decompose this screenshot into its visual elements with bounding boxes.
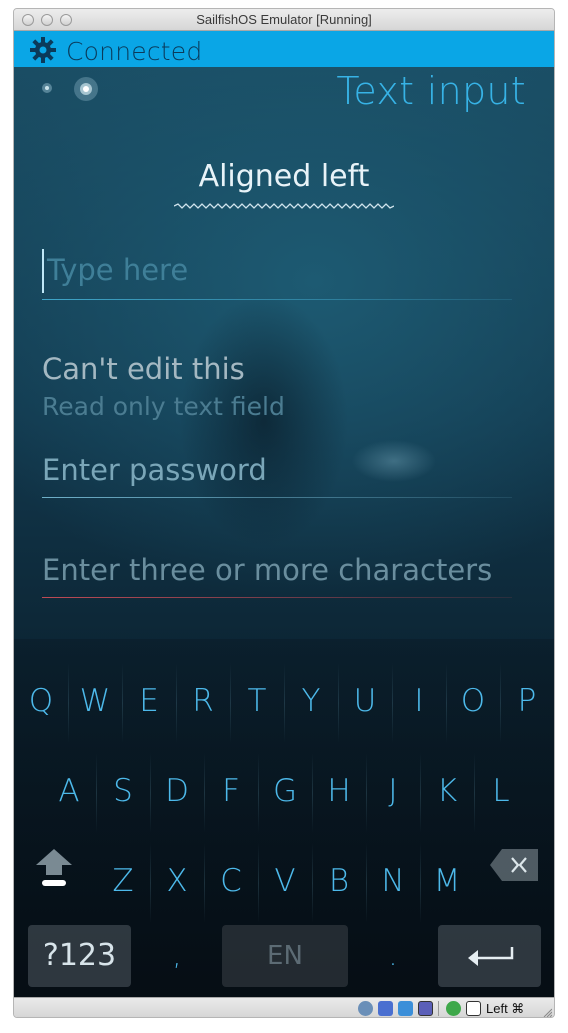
combobox-value: Aligned left <box>198 159 370 194</box>
key-a[interactable]: A <box>42 773 96 809</box>
field-error-underline <box>42 597 512 598</box>
shift-arrow-icon[interactable] <box>32 845 76 889</box>
key-separator <box>230 663 231 743</box>
key-y[interactable]: Y <box>284 683 338 719</box>
key-separator <box>392 663 393 743</box>
key-g[interactable]: G <box>258 773 312 809</box>
key-o[interactable]: O <box>446 683 500 719</box>
key-separator <box>474 753 475 833</box>
key-d[interactable]: D <box>150 773 204 809</box>
pulley-glow-icon <box>74 77 98 101</box>
type-here-placeholder: Type here <box>47 253 189 287</box>
key-n[interactable]: N <box>366 863 420 899</box>
key-separator <box>258 843 259 923</box>
type-here-field[interactable]: Type here <box>42 243 522 307</box>
min-chars-placeholder: Enter three or more characters <box>42 553 493 587</box>
key-separator <box>420 753 421 833</box>
key-t[interactable]: T <box>230 683 284 719</box>
key-z[interactable]: Z <box>96 863 150 899</box>
password-placeholder: Enter password <box>42 453 267 487</box>
gear-icon <box>30 37 56 63</box>
page-title: Text input <box>336 69 526 113</box>
key-p[interactable]: P <box>500 683 554 719</box>
key-i[interactable]: I <box>392 683 446 719</box>
key-separator <box>312 843 313 923</box>
key-separator <box>150 843 151 923</box>
host-status-bar: Left ⌘ <box>14 997 554 1017</box>
network-icon[interactable] <box>446 1001 461 1016</box>
pulley-indicator-icon <box>42 83 52 93</box>
readonly-description: Read only text field <box>42 392 285 421</box>
key-k[interactable]: K <box>420 773 474 809</box>
device-screen: Connected Text input Aligned left Type h… <box>14 31 554 997</box>
key-u[interactable]: U <box>338 683 392 719</box>
key-s[interactable]: S <box>96 773 150 809</box>
virtual-keyboard: QWERTYUIOP ASDFGHJKL ZXCVBNM ?123 , EN . <box>14 639 554 997</box>
field-underline <box>42 497 512 498</box>
key-e[interactable]: E <box>122 683 176 719</box>
hard-disk-icon[interactable] <box>358 1001 373 1016</box>
min-chars-field[interactable]: Enter three or more characters <box>42 549 522 609</box>
key-m[interactable]: M <box>420 863 474 899</box>
key-separator <box>68 663 69 743</box>
key-l[interactable]: L <box>474 773 528 809</box>
host-key-label: Left ⌘ <box>486 1001 525 1016</box>
connection-status-bar[interactable]: Connected <box>14 31 554 67</box>
key-w[interactable]: W <box>68 683 122 719</box>
readonly-value: Can't edit this <box>42 352 245 386</box>
key-separator <box>338 663 339 743</box>
backspace-icon[interactable] <box>488 847 540 883</box>
symbols-key[interactable]: ?123 <box>28 925 131 987</box>
window-title: SailfishOS Emulator [Running] <box>196 12 372 27</box>
text-cursor <box>42 249 44 293</box>
key-separator <box>500 663 501 743</box>
key-j[interactable]: J <box>366 773 420 809</box>
key-separator <box>176 663 177 743</box>
enter-key[interactable] <box>438 925 541 987</box>
window-titlebar: SailfishOS Emulator [Running] <box>14 9 554 31</box>
key-q[interactable]: Q <box>14 683 68 719</box>
connection-status-text: Connected <box>66 37 203 66</box>
usb-icon[interactable] <box>378 1001 393 1016</box>
language-key[interactable]: EN <box>222 925 348 987</box>
key-separator <box>204 843 205 923</box>
alignment-combobox[interactable]: Aligned left <box>14 159 554 209</box>
enter-arrow-icon <box>468 947 514 966</box>
key-separator <box>150 753 151 833</box>
status-divider <box>438 1001 439 1016</box>
display-icon[interactable] <box>418 1001 433 1016</box>
comma-key[interactable]: , <box>162 939 192 972</box>
key-c[interactable]: C <box>204 863 258 899</box>
key-separator <box>122 663 123 743</box>
key-x[interactable]: X <box>150 863 204 899</box>
period-key[interactable]: . <box>378 939 408 972</box>
mouse-capture-icon[interactable] <box>466 1001 481 1016</box>
key-separator <box>284 663 285 743</box>
key-separator <box>258 753 259 833</box>
readonly-field: Can't edit this Read only text field <box>42 346 522 426</box>
key-separator <box>446 663 447 743</box>
key-b[interactable]: B <box>312 863 366 899</box>
key-f[interactable]: F <box>204 773 258 809</box>
field-underline <box>42 299 512 300</box>
key-r[interactable]: R <box>176 683 230 719</box>
key-separator <box>420 843 421 923</box>
key-separator <box>96 753 97 833</box>
combobox-dotted-underline <box>174 203 394 209</box>
key-separator <box>366 843 367 923</box>
password-field[interactable]: Enter password <box>42 449 522 509</box>
key-v[interactable]: V <box>258 863 312 899</box>
resize-grip-icon[interactable] <box>542 1007 552 1017</box>
emulator-window: SailfishOS Emulator [Running] Connected <box>13 8 555 1018</box>
key-separator <box>204 753 205 833</box>
key-separator <box>312 753 313 833</box>
key-h[interactable]: H <box>312 773 366 809</box>
shared-folder-icon[interactable] <box>398 1001 413 1016</box>
key-separator <box>366 753 367 833</box>
